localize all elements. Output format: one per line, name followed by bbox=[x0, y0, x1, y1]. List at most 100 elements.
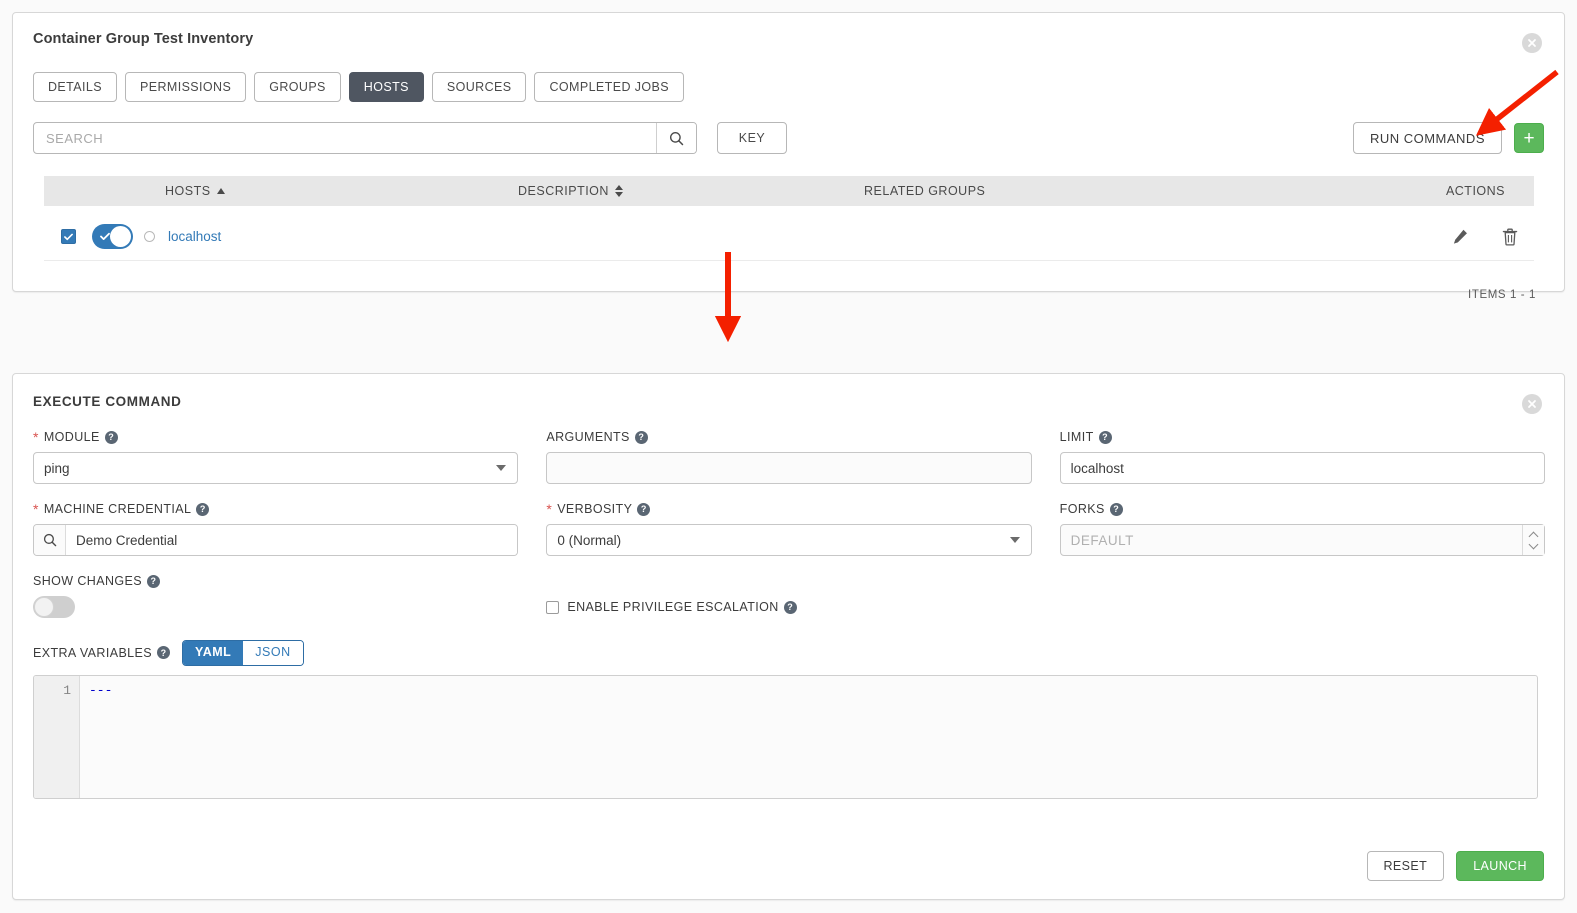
execute-command-title: EXECUTE COMMAND bbox=[33, 394, 182, 409]
show-changes-toggle[interactable] bbox=[33, 596, 75, 618]
extra-variables-label: EXTRA VARIABLES ? bbox=[33, 646, 171, 660]
delete-trash-icon[interactable] bbox=[1502, 228, 1518, 246]
field-module-label: * MODULE ? bbox=[33, 430, 518, 444]
help-icon[interactable]: ? bbox=[783, 600, 797, 614]
required-asterisk: * bbox=[546, 501, 553, 517]
toggle-knob bbox=[110, 226, 131, 247]
execute-command-footer: RESET LAUNCH bbox=[1366, 851, 1544, 881]
help-icon[interactable]: ? bbox=[196, 502, 210, 516]
tab-permissions[interactable]: PERMISSIONS bbox=[124, 72, 247, 102]
run-commands-button[interactable]: RUN COMMANDS bbox=[1352, 122, 1502, 154]
enable-privilege-escalation-checkbox[interactable] bbox=[546, 600, 560, 614]
field-limit-label: LIMIT ? bbox=[1060, 430, 1545, 444]
search-box bbox=[33, 122, 697, 154]
host-name-link[interactable]: localhost bbox=[168, 229, 221, 244]
execute-command-form: * MODULE ? ping ARGUMENTS ? LIMIT ? loca… bbox=[33, 430, 1545, 799]
host-actions-group: RUN COMMANDS + bbox=[1352, 122, 1544, 154]
field-machine-credential: * MACHINE CREDENTIAL ? bbox=[33, 502, 519, 556]
editor-line-numbers: 1 bbox=[34, 675, 80, 798]
quantity-stepper[interactable] bbox=[1059, 524, 1545, 556]
help-icon[interactable]: ? bbox=[104, 430, 118, 444]
field-machine-credential-label: * MACHINE CREDENTIAL ? bbox=[33, 502, 518, 516]
edit-pencil-icon[interactable] bbox=[1452, 228, 1469, 245]
tab-details[interactable]: DETAILS bbox=[33, 72, 117, 102]
help-icon[interactable]: ? bbox=[146, 574, 160, 588]
field-limit: LIMIT ? bbox=[1059, 430, 1545, 484]
close-x-glyph bbox=[1528, 39, 1536, 47]
credential-search-icon[interactable] bbox=[34, 525, 66, 555]
extra-variables-header: EXTRA VARIABLES ? YAML JSON bbox=[33, 640, 1545, 666]
limit-input[interactable] bbox=[1059, 452, 1545, 484]
inventory-hosts-panel: Container Group Test Inventory DETAILS P… bbox=[12, 12, 1565, 301]
sort-ascending-icon bbox=[216, 188, 225, 194]
close-x-glyph bbox=[1528, 400, 1536, 408]
field-verbosity-label: * VERBOSITY ? bbox=[546, 502, 1031, 516]
module-select[interactable]: ping bbox=[33, 452, 519, 484]
table-row: localhost bbox=[44, 213, 1534, 261]
check-icon bbox=[64, 233, 73, 240]
forks-spinner-wrap bbox=[1059, 524, 1545, 556]
reset-button[interactable]: RESET bbox=[1366, 851, 1445, 881]
forks-stepper-buttons[interactable] bbox=[1521, 525, 1544, 555]
column-header-related-groups: RELATED GROUPS bbox=[864, 184, 985, 198]
editor-content[interactable]: --- bbox=[80, 676, 1537, 798]
help-icon[interactable]: ? bbox=[1098, 430, 1112, 444]
column-header-related-groups-label: RELATED GROUPS bbox=[864, 184, 986, 198]
machine-credential-input[interactable] bbox=[66, 525, 518, 555]
column-header-description[interactable]: DESCRIPTION bbox=[518, 184, 623, 198]
close-icon[interactable] bbox=[1522, 394, 1542, 414]
column-header-hosts[interactable]: HOSTS bbox=[165, 184, 225, 198]
tab-hosts[interactable]: HOSTS bbox=[348, 72, 424, 102]
column-header-actions-label: ACTIONS bbox=[1445, 184, 1505, 198]
add-host-button[interactable]: + bbox=[1514, 123, 1544, 153]
tab-sources[interactable]: SOURCES bbox=[431, 72, 527, 102]
search-row: KEY bbox=[33, 122, 787, 154]
verbosity-select[interactable]: 0 (Normal) bbox=[546, 524, 1032, 556]
form-row-1: * MODULE ? ping ARGUMENTS ? LIMIT ? loca… bbox=[33, 430, 1545, 484]
tab-completed-jobs[interactable]: COMPLETED JOBS bbox=[534, 72, 684, 102]
key-button[interactable]: KEY bbox=[717, 122, 787, 154]
row-action-icons bbox=[1452, 228, 1518, 246]
privilege-escalation-label: ENABLE PRIVILEGE ESCALATION ? bbox=[567, 600, 797, 614]
verbosity-label-text: VERBOSITY bbox=[557, 502, 633, 516]
items-count-label: ITEMS 1 - 1 bbox=[1468, 289, 1536, 301]
search-input[interactable] bbox=[34, 123, 656, 153]
launch-button[interactable]: LAUNCH bbox=[1456, 851, 1544, 881]
machine-credential-label-text: MACHINE CREDENTIAL bbox=[43, 502, 192, 516]
host-status-indicator-icon bbox=[144, 231, 155, 242]
field-arguments: ARGUMENTS ? bbox=[546, 430, 1032, 484]
sort-both-icon bbox=[614, 185, 623, 197]
format-yaml-button[interactable]: YAML bbox=[183, 641, 244, 665]
field-show-changes: SHOW CHANGES ? bbox=[33, 574, 518, 618]
privilege-escalation-row: ENABLE PRIVILEGE ESCALATION ? bbox=[546, 600, 1031, 614]
chevron-up-icon[interactable] bbox=[1529, 533, 1538, 538]
inventory-tabs: DETAILS PERMISSIONS GROUPS HOSTS SOURCES… bbox=[33, 72, 684, 102]
help-icon[interactable]: ? bbox=[637, 502, 651, 516]
field-privilege-escalation: ENABLE PRIVILEGE ESCALATION ? bbox=[546, 574, 1031, 618]
search-icon bbox=[669, 131, 684, 145]
field-arguments-label: ARGUMENTS ? bbox=[546, 430, 1031, 444]
field-show-changes-label: SHOW CHANGES ? bbox=[33, 574, 518, 588]
form-row-2: * MACHINE CREDENTIAL ? Demo Credential *… bbox=[33, 502, 1545, 556]
row-select-checkbox[interactable] bbox=[61, 229, 76, 244]
close-icon[interactable] bbox=[1522, 33, 1542, 53]
chevron-down-icon[interactable] bbox=[1529, 543, 1538, 548]
search-submit-button[interactable] bbox=[656, 123, 696, 153]
help-icon[interactable]: ? bbox=[634, 430, 648, 444]
field-forks: FORKS ? bbox=[1059, 502, 1545, 556]
hosts-table-header: HOSTS DESCRIPTION RELATED GROUPS ACTIONS bbox=[44, 176, 1534, 206]
toggle-knob bbox=[34, 597, 54, 617]
privilege-escalation-label-text: ENABLE PRIVILEGE ESCALATION bbox=[567, 600, 779, 614]
help-icon[interactable]: ? bbox=[157, 646, 171, 660]
help-icon[interactable]: ? bbox=[1109, 502, 1123, 516]
arguments-input[interactable] bbox=[546, 452, 1032, 484]
field-forks-label: FORKS ? bbox=[1060, 502, 1545, 516]
page-root: Container Group Test Inventory DETAILS P… bbox=[0, 0, 1577, 913]
chevron-down-icon bbox=[1009, 537, 1020, 543]
format-json-button[interactable]: JSON bbox=[243, 641, 303, 665]
tab-groups[interactable]: GROUPS bbox=[254, 72, 341, 102]
required-asterisk: * bbox=[33, 429, 39, 445]
form-row-3: SHOW CHANGES ? ENABLE PRIVILEGE ESCALATI… bbox=[33, 574, 1545, 618]
extra-variables-editor[interactable]: 1 --- bbox=[33, 674, 1538, 799]
host-enabled-toggle[interactable] bbox=[92, 224, 133, 249]
